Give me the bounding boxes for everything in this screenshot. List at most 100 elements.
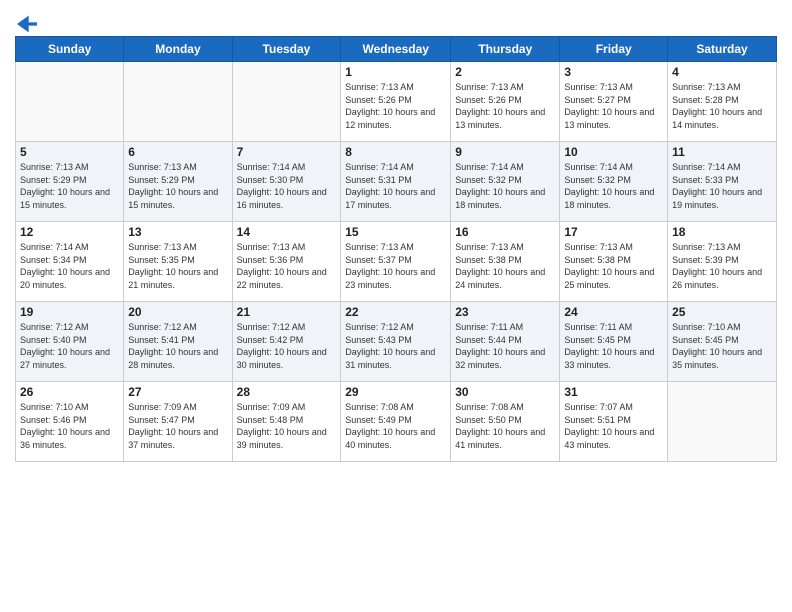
calendar-cell: 25Sunrise: 7:10 AMSunset: 5:45 PMDayligh… (668, 302, 777, 382)
calendar-cell: 6 Sunrise: 7:13 AMSunset: 5:29 PMDaylight… (124, 142, 232, 222)
day-info: Sunrise: 7:14 AMSunset: 5:32 PMDaylight:… (455, 161, 555, 211)
day-info: Sunrise: 7:08 AMSunset: 5:49 PMDaylight:… (345, 401, 446, 451)
day-number: 15 (345, 225, 446, 239)
day-number: 30 (455, 385, 555, 399)
day-number: 31 (564, 385, 663, 399)
calendar-cell: 18 Sunrise: 7:13 AMSunset: 5:39 PMDayligh… (668, 222, 777, 302)
weekday-header: Wednesday (341, 37, 451, 62)
logo-icon (17, 14, 37, 34)
calendar-cell (16, 62, 124, 142)
calendar-cell: 4 Sunrise: 7:13 AMSunset: 5:28 PMDaylight… (668, 62, 777, 142)
day-info: Sunrise: 7:10 AMSunset: 5:45 PMDaylight:… (672, 321, 772, 371)
calendar-cell: 15 Sunrise: 7:13 AMSunset: 5:37 PMDayligh… (341, 222, 451, 302)
day-number: 26 (20, 385, 119, 399)
day-number: 18 (672, 225, 772, 239)
day-number: 22 (345, 305, 446, 319)
day-number: 3 (564, 65, 663, 79)
calendar-cell: 23 Sunrise: 7:11 AMSunset: 5:44 PMDayligh… (451, 302, 560, 382)
day-info: Sunrise: 7:13 AMSunset: 5:38 PMDaylight:… (564, 241, 663, 291)
calendar-cell: 5 Sunrise: 7:13 AMSunset: 5:29 PMDaylight… (16, 142, 124, 222)
day-info: Sunrise: 7:12 AMSunset: 5:41 PMDaylight:… (128, 321, 227, 371)
day-number: 6 (128, 145, 227, 159)
day-info: Sunrise: 7:14 AMSunset: 5:30 PMDaylight:… (237, 161, 337, 211)
day-number: 20 (128, 305, 227, 319)
calendar-week-row: 12 Sunrise: 7:14 AMSunset: 5:34 PMDayligh… (16, 222, 777, 302)
calendar-cell: 2 Sunrise: 7:13 AMSunset: 5:26 PMDaylight… (451, 62, 560, 142)
day-number: 2 (455, 65, 555, 79)
weekday-header: Saturday (668, 37, 777, 62)
day-info: Sunrise: 7:13 AMSunset: 5:39 PMDaylight:… (672, 241, 772, 291)
weekday-header: Monday (124, 37, 232, 62)
day-info: Sunrise: 7:13 AMSunset: 5:26 PMDaylight:… (345, 81, 446, 131)
calendar-cell: 24 Sunrise: 7:11 AMSunset: 5:45 PMDayligh… (560, 302, 668, 382)
header (15, 10, 777, 30)
calendar-cell: 26Sunrise: 7:10 AMSunset: 5:46 PMDayligh… (16, 382, 124, 462)
day-info: Sunrise: 7:12 AMSunset: 5:43 PMDaylight:… (345, 321, 446, 371)
day-number: 19 (20, 305, 119, 319)
day-number: 12 (20, 225, 119, 239)
day-info: Sunrise: 7:11 AMSunset: 5:44 PMDaylight:… (455, 321, 555, 371)
day-number: 9 (455, 145, 555, 159)
calendar-cell: 9 Sunrise: 7:14 AMSunset: 5:32 PMDaylight… (451, 142, 560, 222)
calendar-week-row: 5 Sunrise: 7:13 AMSunset: 5:29 PMDaylight… (16, 142, 777, 222)
calendar-week-row: 19 Sunrise: 7:12 AMSunset: 5:40 PMDayligh… (16, 302, 777, 382)
day-info: Sunrise: 7:13 AMSunset: 5:27 PMDaylight:… (564, 81, 663, 131)
calendar-week-row: 1 Sunrise: 7:13 AMSunset: 5:26 PMDaylight… (16, 62, 777, 142)
day-info: Sunrise: 7:09 AMSunset: 5:47 PMDaylight:… (128, 401, 227, 451)
day-info: Sunrise: 7:13 AMSunset: 5:28 PMDaylight:… (672, 81, 772, 131)
calendar-cell: 14 Sunrise: 7:13 AMSunset: 5:36 PMDayligh… (232, 222, 341, 302)
day-number: 14 (237, 225, 337, 239)
calendar-cell (124, 62, 232, 142)
day-info: Sunrise: 7:07 AMSunset: 5:51 PMDaylight:… (564, 401, 663, 451)
calendar-week-row: 26Sunrise: 7:10 AMSunset: 5:46 PMDayligh… (16, 382, 777, 462)
calendar-cell: 7 Sunrise: 7:14 AMSunset: 5:30 PMDaylight… (232, 142, 341, 222)
calendar-cell: 10 Sunrise: 7:14 AMSunset: 5:32 PMDayligh… (560, 142, 668, 222)
calendar-cell: 19 Sunrise: 7:12 AMSunset: 5:40 PMDayligh… (16, 302, 124, 382)
weekday-header: Friday (560, 37, 668, 62)
day-info: Sunrise: 7:13 AMSunset: 5:36 PMDaylight:… (237, 241, 337, 291)
calendar-cell: 12 Sunrise: 7:14 AMSunset: 5:34 PMDayligh… (16, 222, 124, 302)
page-container: SundayMondayTuesdayWednesdayThursdayFrid… (0, 0, 792, 472)
day-number: 4 (672, 65, 772, 79)
calendar-cell: 28 Sunrise: 7:09 AMSunset: 5:48 PMDayligh… (232, 382, 341, 462)
day-number: 28 (237, 385, 337, 399)
day-info: Sunrise: 7:09 AMSunset: 5:48 PMDaylight:… (237, 401, 337, 451)
day-info: Sunrise: 7:13 AMSunset: 5:29 PMDaylight:… (20, 161, 119, 211)
calendar-cell: 16Sunrise: 7:13 AMSunset: 5:38 PMDayligh… (451, 222, 560, 302)
day-info: Sunrise: 7:11 AMSunset: 5:45 PMDaylight:… (564, 321, 663, 371)
calendar-cell (232, 62, 341, 142)
calendar-cell (668, 382, 777, 462)
day-number: 7 (237, 145, 337, 159)
calendar-cell: 30Sunrise: 7:08 AMSunset: 5:50 PMDayligh… (451, 382, 560, 462)
day-info: Sunrise: 7:12 AMSunset: 5:40 PMDaylight:… (20, 321, 119, 371)
day-number: 13 (128, 225, 227, 239)
day-number: 5 (20, 145, 119, 159)
weekday-header: Sunday (16, 37, 124, 62)
day-number: 23 (455, 305, 555, 319)
day-info: Sunrise: 7:14 AMSunset: 5:31 PMDaylight:… (345, 161, 446, 211)
day-number: 17 (564, 225, 663, 239)
day-number: 1 (345, 65, 446, 79)
calendar-cell: 20 Sunrise: 7:12 AMSunset: 5:41 PMDayligh… (124, 302, 232, 382)
calendar-cell: 1 Sunrise: 7:13 AMSunset: 5:26 PMDaylight… (341, 62, 451, 142)
day-number: 29 (345, 385, 446, 399)
calendar-cell: 27 Sunrise: 7:09 AMSunset: 5:47 PMDayligh… (124, 382, 232, 462)
day-info: Sunrise: 7:14 AMSunset: 5:32 PMDaylight:… (564, 161, 663, 211)
calendar-cell: 22 Sunrise: 7:12 AMSunset: 5:43 PMDayligh… (341, 302, 451, 382)
day-number: 27 (128, 385, 227, 399)
day-number: 24 (564, 305, 663, 319)
day-info: Sunrise: 7:13 AMSunset: 5:29 PMDaylight:… (128, 161, 227, 211)
calendar-table: SundayMondayTuesdayWednesdayThursdayFrid… (15, 36, 777, 462)
calendar-cell: 31 Sunrise: 7:07 AMSunset: 5:51 PMDayligh… (560, 382, 668, 462)
day-info: Sunrise: 7:13 AMSunset: 5:37 PMDaylight:… (345, 241, 446, 291)
day-number: 8 (345, 145, 446, 159)
day-info: Sunrise: 7:12 AMSunset: 5:42 PMDaylight:… (237, 321, 337, 371)
calendar-cell: 8 Sunrise: 7:14 AMSunset: 5:31 PMDaylight… (341, 142, 451, 222)
day-info: Sunrise: 7:13 AMSunset: 5:26 PMDaylight:… (455, 81, 555, 131)
calendar-cell: 13Sunrise: 7:13 AMSunset: 5:35 PMDayligh… (124, 222, 232, 302)
weekday-header: Thursday (451, 37, 560, 62)
logo (15, 14, 37, 30)
day-info: Sunrise: 7:14 AMSunset: 5:34 PMDaylight:… (20, 241, 119, 291)
day-number: 11 (672, 145, 772, 159)
day-number: 10 (564, 145, 663, 159)
